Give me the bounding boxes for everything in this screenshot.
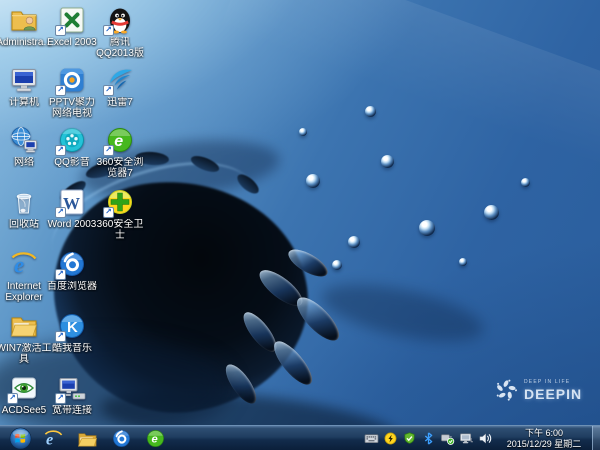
show-desktop-button[interactable] (592, 426, 600, 450)
xunlei-bird-icon: ↗ (103, 65, 135, 96)
usb-eject-icon (440, 433, 454, 445)
internet-explorer-icon: e (9, 249, 39, 279)
desktop-icon-excel-2003[interactable]: ↗ Excel 2003 (47, 5, 97, 48)
desktop-icon-tencent-qq[interactable]: ↗ 腾讯QQ2013版 (96, 5, 144, 59)
folder-icon (9, 311, 39, 341)
desktop-icon-win7-activator[interactable]: WIN7激活工具 (0, 311, 52, 365)
desktop-icon-internet-explorer[interactable]: e Internet Explorer (1, 249, 47, 303)
desktop-icon-360-secure-browser[interactable]: e ↗ 360安全浏览器7 (97, 125, 143, 179)
desktop-icon-network[interactable]: 网络 (1, 125, 47, 168)
desktop-icon-computer[interactable]: 计算机 (1, 65, 47, 108)
pptv-icon: ↗ (55, 65, 87, 96)
desktop-icon-label: 宽带连接 (52, 405, 92, 416)
desktop-icon-broadband-connection[interactable]: ↗ 宽带连接 (49, 373, 95, 416)
taskbar-pinned-internet-explorer[interactable]: e (36, 426, 70, 450)
desktop-icon-kuwo-music[interactable]: K ↗ 酷我音乐 (49, 311, 95, 354)
desktop-icon-label: 腾讯QQ2013版 (96, 37, 144, 59)
tray-volume[interactable] (477, 431, 493, 445)
desktop-icon-label: 360安全浏览器7 (96, 157, 144, 179)
keyboard-icon (364, 433, 378, 443)
shortcut-arrow-icon: ↗ (55, 393, 66, 404)
green-shield-icon (403, 431, 415, 444)
shortcut-arrow-icon: ↗ (7, 393, 18, 404)
folder-explorer-icon (77, 432, 97, 446)
desktop-icon-label: 酷我音乐 (52, 343, 92, 354)
tray-bluetooth[interactable] (420, 431, 436, 445)
taskbar-pinned-360-secure-browser[interactable]: e (138, 426, 172, 450)
network-monitor-icon (459, 432, 473, 443)
acdsee-eye-icon: ↗ (7, 373, 39, 404)
shortcut-arrow-icon: ↗ (55, 269, 66, 280)
taskbar-pinned-baidu-browser[interactable] (104, 426, 138, 450)
system-tray (363, 431, 493, 445)
shortcut-arrow-icon: ↗ (103, 207, 114, 218)
taskbar-pinned-windows-explorer[interactable] (70, 426, 104, 450)
desktop-icon-acdsee-5[interactable]: ↗ ACDSee5 (1, 373, 47, 416)
360-browser-icon: e (146, 429, 164, 447)
desktop-icon-label: 迅雷7 (107, 97, 133, 108)
desktop-icon-recycle-bin[interactable]: 回收站 (1, 187, 47, 230)
desktop-icons: Administra... ↗ Excel 2003 ↗ 腾讯QQ2013版 计算机 ↗ PP… (0, 0, 600, 425)
svg-text:e: e (151, 433, 157, 445)
shortcut-arrow-icon: ↗ (55, 331, 66, 342)
qq-penguin-icon: ↗ (103, 5, 135, 36)
desktop: DEEP IN LIFE DEEPIN Administra... ↗ Excel … (0, 0, 600, 450)
taskbar-clock[interactable]: 下午 6:00 2015/12/29 星期二 (498, 427, 592, 449)
taskbar: ee 下午 6:00 2015/12/29 星期二 (0, 425, 600, 450)
shortcut-arrow-icon: ↗ (103, 25, 114, 36)
svg-text:e: e (114, 133, 123, 150)
broadband-icon: ↗ (55, 373, 87, 404)
desktop-icon-word-2003[interactable]: W ↗ Word 2003 (48, 187, 96, 230)
desktop-icon-label: 百度浏览器 (47, 281, 97, 292)
desktop-icon-xunlei-7[interactable]: ↗ 迅雷7 (97, 65, 143, 108)
excel-icon: ↗ (55, 5, 87, 36)
shortcut-arrow-icon: ↗ (55, 85, 66, 96)
clock-date: 2015/12/29 星期二 (506, 438, 582, 449)
desktop-icon-qq-player[interactable]: ↗ QQ影音 (49, 125, 95, 168)
user-folder-icon (9, 5, 39, 35)
clock-time: 下午 6:00 (524, 428, 564, 438)
internet-explorer-icon: e (44, 429, 62, 448)
desktop-icon-administrator-folder[interactable]: Administra... (0, 5, 52, 48)
network-globe-icon (9, 125, 39, 155)
windows-start-orb-icon (9, 427, 31, 449)
tray-safely-remove-hardware[interactable] (439, 431, 455, 445)
shortcut-arrow-icon: ↗ (103, 85, 114, 96)
kuwo-music-icon: K ↗ (55, 311, 87, 342)
qq-player-icon: ↗ (55, 125, 87, 156)
word-icon: W ↗ (55, 187, 87, 218)
desktop-icon-pptv[interactable]: ↗ PPTV聚力 网络电视 (49, 65, 95, 119)
desktop-icon-label: 360安全卫士 (96, 219, 144, 241)
lightning-badge-icon (384, 432, 396, 444)
shortcut-arrow-icon: ↗ (55, 145, 66, 156)
recycle-bin-icon (9, 187, 39, 217)
bluetooth-icon (424, 431, 432, 445)
shortcut-arrow-icon: ↗ (103, 145, 114, 156)
speaker-icon (479, 432, 491, 444)
desktop-icon-360-safe-guard[interactable]: ↗ 360安全卫士 (97, 187, 143, 241)
start-button[interactable] (4, 426, 36, 450)
baidu-browser-icon (112, 429, 130, 447)
taskbar-pinned-items: ee (36, 426, 172, 450)
360-browser-icon: e ↗ (103, 125, 135, 156)
shortcut-arrow-icon: ↗ (55, 25, 66, 36)
tray-network-status[interactable] (458, 431, 474, 445)
tray-power-alert[interactable] (382, 431, 398, 445)
360-safe-icon: ↗ (103, 187, 135, 218)
tray-security-center[interactable] (401, 431, 417, 445)
shortcut-arrow-icon: ↗ (55, 207, 66, 218)
tray-input-method[interactable] (363, 431, 379, 445)
svg-text:K: K (67, 319, 78, 336)
computer-monitor-icon (9, 65, 39, 95)
desktop-icon-baidu-browser[interactable]: ↗ 百度浏览器 (47, 249, 97, 292)
baidu-browser-icon: ↗ (55, 249, 87, 280)
